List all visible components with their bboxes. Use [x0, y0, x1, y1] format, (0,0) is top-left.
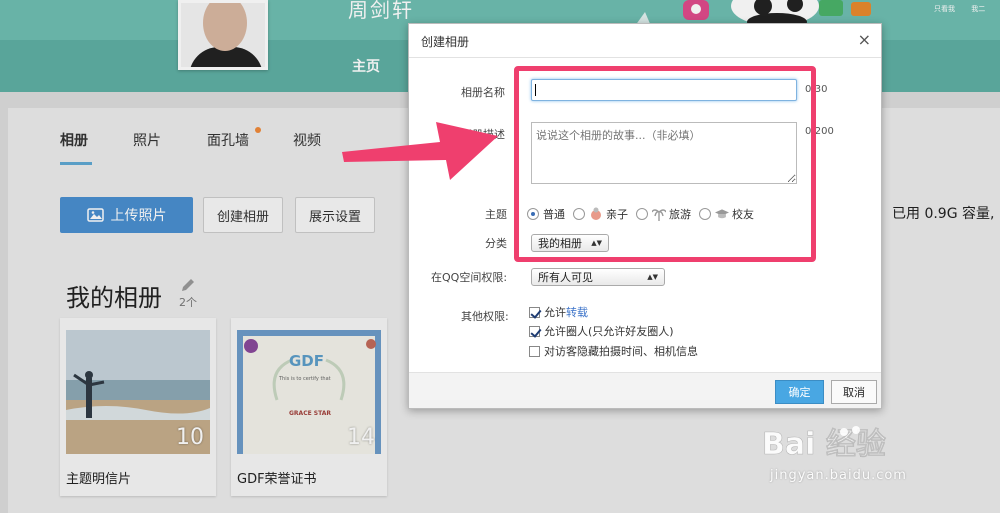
- allow-repost-row: 允许 转载: [529, 304, 588, 320]
- allow-tagging-row: 允许圈人(只允许好友圈人): [529, 323, 674, 339]
- dialog-header: 创建相册 ×: [409, 24, 881, 58]
- dialog-title: 创建相册: [421, 35, 470, 49]
- pointer-arrow-icon: [342, 122, 498, 180]
- confirm-label: 确定: [788, 386, 811, 399]
- hide-exif-checkbox[interactable]: [529, 345, 540, 357]
- album-name-label: 相册名称: [461, 86, 505, 99]
- repost-link[interactable]: 转载: [566, 304, 588, 320]
- checkbox-label: 允许: [544, 306, 566, 319]
- cancel-button[interactable]: 取消: [831, 380, 877, 404]
- theme-label: 主题: [485, 208, 507, 221]
- cancel-label: 取消: [843, 386, 865, 399]
- permission-value: 所有人可见: [538, 271, 593, 284]
- confirm-button[interactable]: 确定: [775, 380, 824, 404]
- allow-tagging-checkbox[interactable]: [529, 325, 540, 337]
- baidu-watermark-logo: Bai 经验: [762, 426, 886, 462]
- close-icon[interactable]: ×: [858, 30, 871, 49]
- chevron-updown-icon: ▲▼: [647, 273, 658, 281]
- checkbox-label: 允许圈人(只允许好友圈人): [544, 325, 674, 338]
- watermark-url: jingyan.baidu.com: [770, 468, 907, 483]
- other-permission-label: 其他权限:: [461, 310, 509, 323]
- checkbox-label: 对访客隐藏拍摄时间、相机信息: [544, 345, 698, 358]
- qzone-permission-label: 在QQ空间权限:: [431, 271, 508, 284]
- category-label: 分类: [485, 237, 507, 250]
- hide-exif-row: 对访客隐藏拍摄时间、相机信息: [529, 343, 698, 359]
- highlight-box: [514, 66, 816, 262]
- allow-repost-checkbox[interactable]: [529, 306, 540, 318]
- qzone-permission-select[interactable]: 所有人可见 ▲▼: [531, 268, 665, 286]
- watermark-brand: Bai 经验: [762, 427, 886, 462]
